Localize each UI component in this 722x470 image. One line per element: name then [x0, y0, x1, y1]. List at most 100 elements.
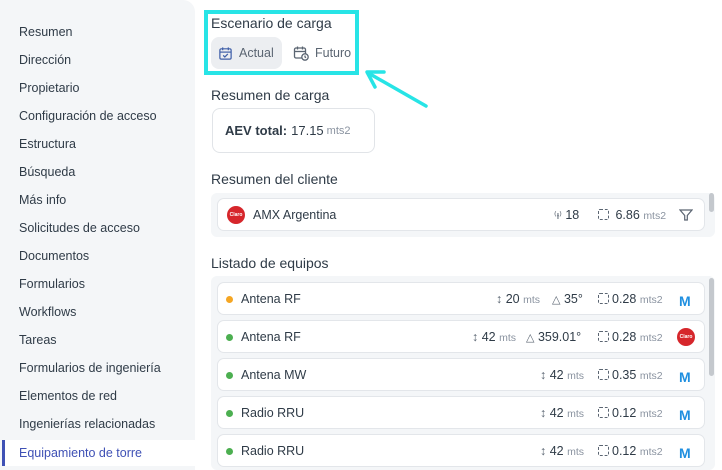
client-name: AMX Argentina: [253, 208, 337, 222]
area-dashed-square-icon: [598, 331, 609, 342]
equipment-height-unit: mts: [567, 408, 585, 420]
client-row[interactable]: Claro AMX Argentina ⁽ᵻ⁾ 18 6.86 mts2: [217, 198, 705, 231]
sidebar-item-solicitudes-acceso[interactable]: Solicitudes de acceso: [19, 218, 140, 238]
status-dot: [226, 410, 233, 417]
sidebar-item-estructura[interactable]: Estructura: [19, 134, 76, 154]
aev-total-label: AEV total:: [225, 123, 288, 138]
equipment-area-unit: mts2: [639, 370, 663, 382]
equipment-height-unit: mts: [567, 446, 585, 458]
area-dashed-square-icon: [598, 407, 609, 418]
aev-total-value: 17.15: [291, 123, 324, 138]
height-arrows-icon: ↕: [540, 368, 547, 382]
equipment-area-value: 0.12: [612, 406, 637, 420]
equipment-name: Radio RRU: [241, 406, 305, 420]
load-summary-title: Resumen de carga: [211, 87, 330, 103]
claro-logo-icon: Claro: [677, 328, 695, 346]
equipment-area-unit: mts2: [639, 408, 663, 420]
sidebar-item-documentos[interactable]: Documentos: [19, 246, 89, 266]
equipment-height-unit: mts: [523, 294, 541, 306]
area-dashed-square-icon: [598, 369, 609, 380]
client-area: 6.86 mts2: [598, 208, 666, 222]
equipment-area: 0.12 mts2: [598, 406, 663, 420]
filter-icon[interactable]: [679, 208, 693, 222]
equipment-area-value: 0.12: [612, 444, 637, 458]
client-area-value: 6.86: [615, 208, 640, 222]
angle-triangle-icon: △: [526, 332, 535, 344]
equipment-scrollbar[interactable]: [709, 278, 714, 376]
client-area-unit: mts2: [643, 210, 667, 222]
movistar-logo-icon: M: [679, 369, 691, 385]
sidebar-item-workflows[interactable]: Workflows: [19, 302, 76, 322]
equipment-height: ↕ 42 mts: [472, 330, 516, 344]
equipment-height-value: 42: [481, 330, 496, 344]
scenario-highlight-annotation: [204, 10, 359, 75]
sidebar-item-formularios-ingenieria[interactable]: Formularios de ingeniería: [19, 358, 161, 378]
equipment-height-value: 42: [549, 368, 564, 382]
equipment-area-value: 0.35: [612, 368, 637, 382]
sidebar-item-direccion[interactable]: Dirección: [19, 50, 71, 70]
equipment-height: ↕ 42 mts: [540, 368, 584, 382]
client-summary-title: Resumen del cliente: [211, 171, 338, 187]
height-arrows-icon: ↕: [540, 406, 547, 420]
equipment-row[interactable]: Radio RRU ↕ 42 mts 0.12 mts2 M: [217, 396, 705, 429]
status-dot: [226, 334, 233, 341]
sidebar-item-tareas[interactable]: Tareas: [19, 330, 57, 350]
equipment-row[interactable]: Antena RF ↕ 20 mts △ 35° 0.28 mts2 M: [217, 282, 705, 315]
equipment-height: ↕ 42 mts: [540, 444, 584, 458]
sidebar-item-elementos-red[interactable]: Elementos de red: [19, 386, 117, 406]
sidebar-active-indicator: [2, 440, 5, 466]
status-dot: [226, 296, 233, 303]
sidebar-item-configuracion-acceso[interactable]: Configuración de acceso: [19, 106, 157, 126]
equipment-area: 0.28 mts2: [598, 292, 663, 306]
equipment-name: Antena MW: [241, 368, 307, 382]
equipment-height: ↕ 42 mts: [540, 406, 584, 420]
equipment-angle-value: 35°: [563, 292, 583, 306]
equipment-angle: △ 359.01°: [526, 330, 581, 344]
annotation-arrow-icon: [365, 70, 428, 108]
aev-total-unit: mts2: [326, 124, 351, 137]
equipment-angle: △ 35°: [552, 292, 583, 306]
claro-logo-icon: Claro: [227, 206, 245, 224]
equipment-height-unit: mts: [567, 370, 585, 382]
equipment-name: Antena RF: [241, 330, 301, 344]
height-arrows-icon: ↕: [496, 292, 503, 306]
sidebar: Resumen Dirección Propietario Configurac…: [0, 0, 195, 470]
equipment-height-value: 42: [549, 406, 564, 420]
equipment-row[interactable]: Antena MW ↕ 42 mts 0.35 mts2 M: [217, 358, 705, 391]
status-dot: [226, 448, 233, 455]
height-arrows-icon: ↕: [540, 444, 547, 458]
equipment-area-value: 0.28: [612, 292, 637, 306]
status-dot: [226, 372, 233, 379]
equipment-area-unit: mts2: [639, 446, 663, 458]
area-dashed-square-icon: [598, 445, 609, 456]
equipment-row[interactable]: Antena RF ↕ 42 mts △ 359.01° 0.28 mts2 Claro: [217, 320, 705, 353]
sidebar-item-busqueda[interactable]: Búsqueda: [19, 162, 75, 182]
equipment-name: Radio RRU: [241, 444, 305, 458]
angle-triangle-icon: △: [552, 294, 561, 306]
equipment-title: Listado de equipos: [211, 255, 329, 271]
equipment-area-unit: mts2: [639, 294, 663, 306]
sidebar-item-mas-info[interactable]: Más info: [19, 190, 66, 210]
area-dashed-square-icon: [598, 293, 609, 304]
equipment-area-value: 0.28: [612, 330, 637, 344]
client-antennas-count: 18: [565, 208, 580, 222]
sidebar-item-equipamiento-torre[interactable]: Equipamiento de torre: [19, 443, 142, 463]
movistar-logo-icon: M: [679, 445, 691, 461]
equipment-height-value: 42: [549, 444, 564, 458]
antenna-signal-icon: ⁽ᵻ⁾: [554, 210, 562, 222]
area-dashed-square-icon: [598, 209, 609, 220]
equipment-row[interactable]: Radio RRU ↕ 42 mts 0.12 mts2 M: [217, 434, 705, 467]
equipment-angle-value: 359.01°: [537, 330, 582, 344]
equipment-area-unit: mts2: [639, 332, 663, 344]
sidebar-item-ingenierias-relacionadas[interactable]: Ingenierías relacionadas: [19, 414, 155, 434]
movistar-logo-icon: M: [679, 407, 691, 423]
equipment-height-value: 20: [505, 292, 520, 306]
height-arrows-icon: ↕: [472, 330, 479, 344]
sidebar-item-formularios[interactable]: Formularios: [19, 274, 85, 294]
client-scrollbar[interactable]: [709, 193, 714, 212]
sidebar-item-propietario[interactable]: Propietario: [19, 78, 79, 98]
movistar-logo-icon: M: [679, 293, 691, 309]
client-antennas: ⁽ᵻ⁾ 18: [554, 208, 579, 222]
sidebar-item-resumen[interactable]: Resumen: [19, 22, 73, 42]
equipment-name: Antena RF: [241, 292, 301, 306]
